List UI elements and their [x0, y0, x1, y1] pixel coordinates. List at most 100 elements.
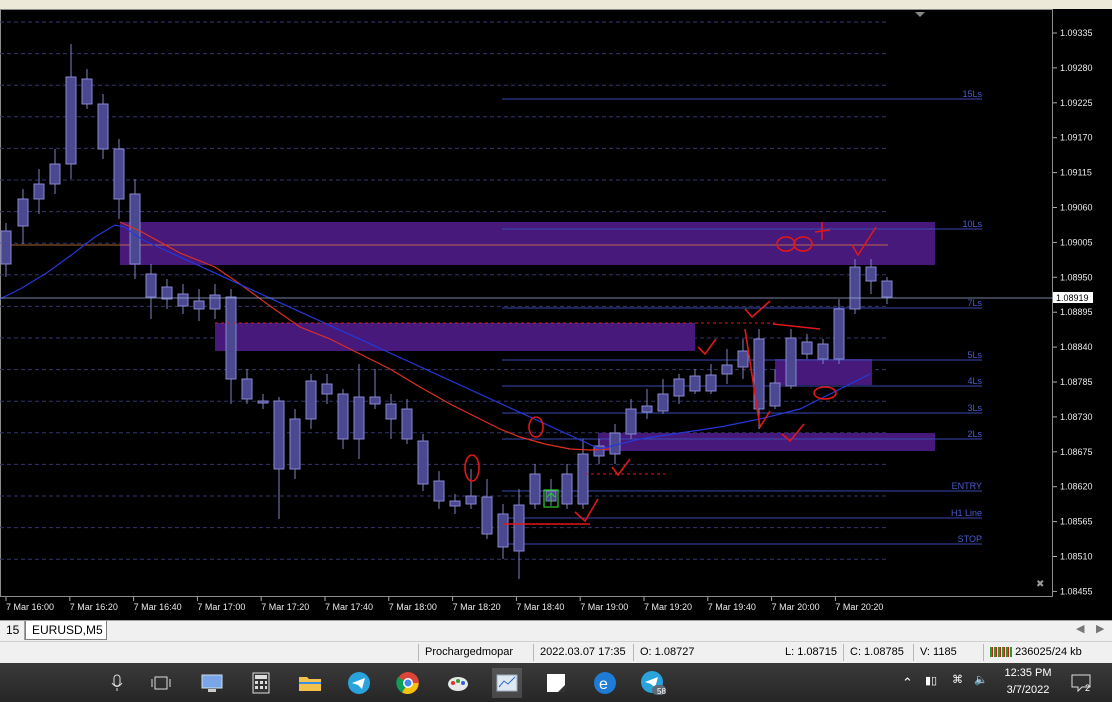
- check-mark-icon: [697, 338, 717, 356]
- price-tick-label: 1.09280: [1060, 63, 1093, 73]
- candle: [561, 464, 573, 509]
- chart-frame: [0, 9, 1053, 597]
- scroll-left-icon[interactable]: ◀: [1076, 622, 1084, 635]
- price-chart[interactable]: 15Ls 10Ls 7Ls 5Ls 4Ls 3Ls 2Ls ENTRY H1 Line STOP: [0, 9, 1112, 620]
- time-tick-label: 7 Mar 16:20: [70, 602, 118, 612]
- candle: [481, 479, 493, 539]
- chevron-up-icon[interactable]: ⌃: [902, 675, 913, 691]
- time-tick-label: 7 Mar 16:40: [134, 602, 182, 612]
- candle: [193, 289, 205, 321]
- metatrader-icon[interactable]: [492, 668, 522, 698]
- chrome-icon[interactable]: [393, 668, 423, 698]
- candle: [705, 364, 717, 394]
- level-label-l10: 10Ls: [962, 219, 982, 229]
- zone-7ls[interactable]: [215, 323, 695, 351]
- level-label-h1: H1 Line: [951, 508, 982, 518]
- candle: [721, 349, 733, 384]
- status-close: C: 1.08785: [843, 644, 913, 661]
- status-profile: Prochargedmopar: [418, 644, 533, 661]
- tab-eurusd-m5[interactable]: EURUSD,M5: [25, 621, 107, 640]
- remote-desktop-icon[interactable]: [197, 668, 227, 698]
- scroll-right-icon[interactable]: ▶: [1096, 622, 1104, 635]
- price-tick-label: 1.09225: [1060, 98, 1093, 108]
- telegram-icon[interactable]: 58: [639, 668, 669, 698]
- time-tick-label: 7 Mar 20:20: [835, 602, 883, 612]
- time-tick-label: 7 Mar 19:00: [580, 602, 628, 612]
- grid-lines: [0, 21, 888, 560]
- level-label-entry: ENTRY: [952, 481, 982, 491]
- time-tick-label: 7 Mar 18:40: [516, 602, 564, 612]
- time-tick-label: 7 Mar 20:00: [772, 602, 820, 612]
- status-low: L: 1.08715: [785, 646, 837, 658]
- edge-icon[interactable]: e: [590, 668, 620, 698]
- notifications-icon[interactable]: 2: [1066, 668, 1096, 698]
- calculator-icon[interactable]: [246, 668, 276, 698]
- wifi-icon[interactable]: ⌘: [952, 673, 963, 686]
- candle: [209, 284, 221, 319]
- time-tick-label: 7 Mar 16:00: [6, 602, 54, 612]
- shift-marker-icon: [915, 12, 925, 17]
- toolbar-strip: [0, 0, 1112, 9]
- chart-tab-bar: 15 EURUSD,M5 ◀ ▶: [0, 620, 1112, 641]
- windows-taskbar: e 58 ⌃ ▮▯ ⌘ 🔈 12:35 PM 3/7/2022 2: [0, 663, 1112, 702]
- paint-icon[interactable]: [443, 668, 473, 698]
- chart-canvas: 15Ls 10Ls 7Ls 5Ls 4Ls 3Ls 2Ls ENTRY H1 Line STOP: [0, 9, 1093, 612]
- zone-2ls[interactable]: [598, 433, 935, 451]
- current-price-label: 1.08919: [1056, 293, 1089, 303]
- telegram-icon[interactable]: [344, 668, 374, 698]
- candle: [785, 329, 797, 389]
- level-label-l3: 3Ls: [967, 403, 982, 413]
- sticky-notes-icon[interactable]: [541, 668, 571, 698]
- price-tick-label: 1.08455: [1060, 586, 1093, 596]
- price-tick-label: 1.09005: [1060, 237, 1093, 247]
- time-tick-label: 7 Mar 18:20: [453, 602, 501, 612]
- candle: [33, 169, 45, 214]
- candle: [801, 334, 813, 359]
- status-traffic: 236025/24 kb: [983, 644, 1112, 661]
- candle: [161, 279, 173, 309]
- candle: [289, 409, 301, 479]
- task-view-icon[interactable]: [146, 668, 176, 698]
- price-tick-label: 1.09170: [1060, 133, 1093, 143]
- candle: [257, 394, 269, 409]
- candle: [833, 299, 845, 364]
- price-tick-label: 1.09060: [1060, 203, 1093, 213]
- red-line-mark: [772, 323, 821, 330]
- candle: [673, 374, 685, 404]
- time-tick-label: 7 Mar 17:00: [197, 602, 245, 612]
- check-mark-icon: [744, 300, 771, 319]
- microphone-icon[interactable]: [102, 668, 132, 698]
- time-tick-label: 7 Mar 17:40: [325, 602, 373, 612]
- candle: [0, 223, 12, 277]
- price-tick-label: 1.08895: [1060, 307, 1093, 317]
- candle: [433, 471, 445, 509]
- clock-time[interactable]: 12:35 PM: [998, 667, 1058, 679]
- connection-bars-icon: [990, 647, 1012, 658]
- candle: [241, 369, 253, 404]
- circle-mark-icon: [464, 454, 480, 482]
- candle: [497, 504, 509, 559]
- candle: [513, 489, 525, 579]
- candle: [97, 94, 109, 159]
- traffic-label: 236025/24 kb: [1015, 646, 1082, 658]
- candle: [529, 464, 541, 509]
- tab-previous[interactable]: 15: [0, 621, 25, 640]
- candle: [353, 364, 365, 459]
- volume-icon[interactable]: 🔈: [974, 673, 988, 686]
- file-explorer-icon[interactable]: [295, 668, 325, 698]
- price-tick-label: 1.08730: [1060, 412, 1093, 422]
- candle: [465, 469, 477, 509]
- candle: [177, 284, 189, 314]
- crosshair-icon: ✖: [1036, 579, 1044, 590]
- price-tick-label: 1.08950: [1060, 272, 1093, 282]
- telegram-badge: 58: [657, 687, 666, 696]
- level-label-l2: 2Ls: [967, 429, 982, 439]
- time-tick-label: 7 Mar 18:00: [389, 602, 437, 612]
- candle: [753, 329, 765, 429]
- candle: [321, 374, 333, 404]
- time-tick-label: 7 Mar 19:20: [644, 602, 692, 612]
- time-tick-label: 7 Mar 19:40: [708, 602, 756, 612]
- price-tick-label: 1.08565: [1060, 517, 1093, 527]
- battery-icon[interactable]: ▮▯: [925, 674, 937, 687]
- clock-date[interactable]: 3/7/2022: [998, 684, 1058, 696]
